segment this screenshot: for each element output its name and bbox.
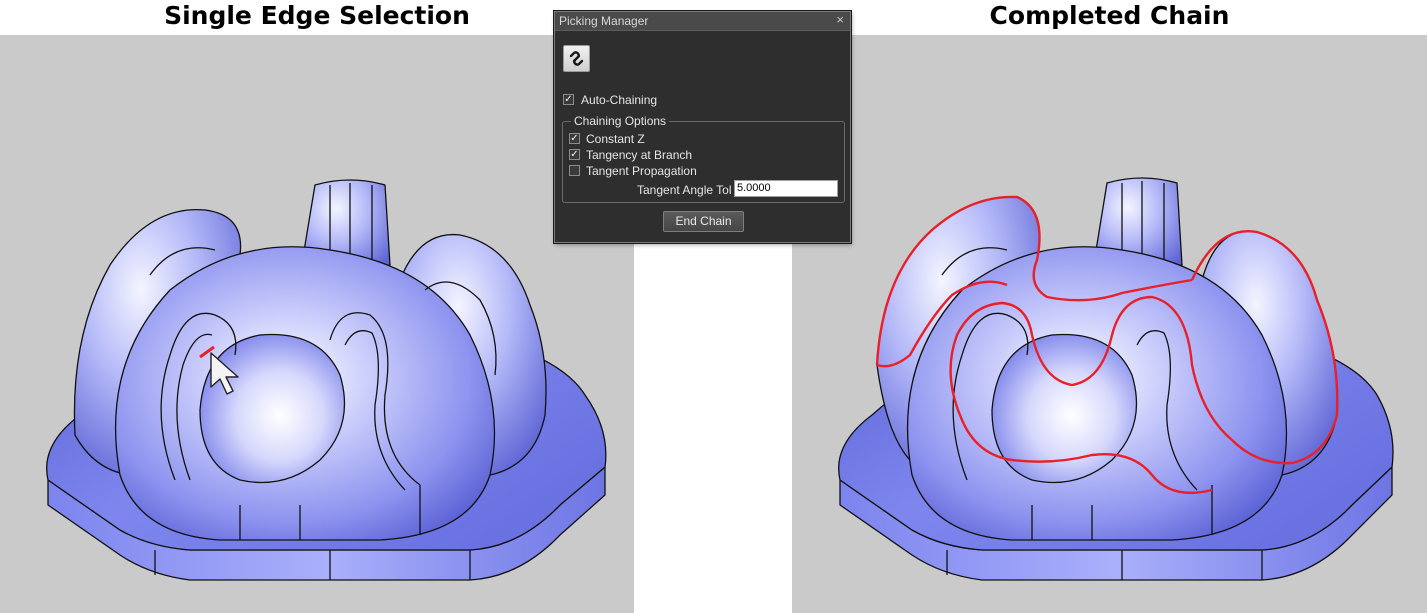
constant-z-label: Constant Z [586,132,645,146]
picking-manager-dialog: Picking Manager × ✓ Auto-Chaining Chaini… [554,11,851,243]
tangent-angle-tol-label: Tangent Angle Tol [637,183,732,197]
chain-link-icon [569,51,584,66]
constant-z-checkbox[interactable]: ✓ [569,133,580,144]
tangent-angle-tol-input[interactable]: 5.0000 [734,180,838,197]
chaining-options-legend: Chaining Options [571,114,670,128]
left-viewport[interactable] [0,35,634,613]
tangent-propagation-label: Tangent Propagation [586,164,697,178]
close-icon[interactable]: × [836,12,844,27]
chain-link-tool-button[interactable] [563,45,590,72]
end-chain-button[interactable]: End Chain [663,211,744,232]
completed-chain-model [838,177,1394,581]
right-caption: Completed Chain [989,1,1230,30]
auto-chaining-checkbox[interactable]: ✓ [563,94,574,105]
single-edge-model [46,179,607,581]
auto-chaining-label: Auto-Chaining [581,93,658,107]
tangency-at-branch-checkbox[interactable]: ✓ [569,149,580,160]
dialog-titlebar[interactable]: Picking Manager × [555,12,850,31]
right-viewport[interactable] [792,35,1427,613]
tangency-at-branch-label: Tangency at Branch [586,148,693,162]
chaining-options-group: Chaining Options ✓ Constant Z ✓ Tangency… [562,114,845,203]
tangent-propagation-checkbox[interactable] [569,165,580,176]
dialog-title: Picking Manager [559,14,649,28]
left-caption: Single Edge Selection [164,1,470,30]
